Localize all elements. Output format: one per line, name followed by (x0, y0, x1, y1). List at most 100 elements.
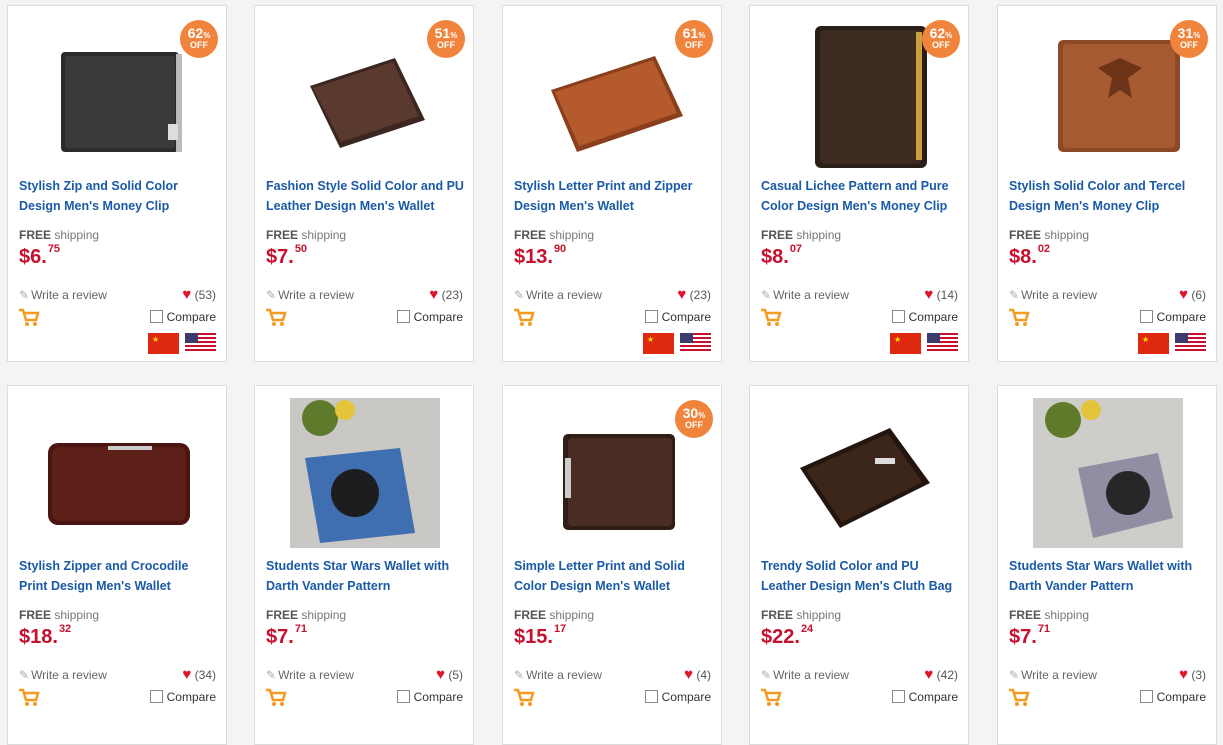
product-title-link[interactable]: Stylish Zip and Solid Color Design Men's… (19, 176, 219, 216)
product-title-link[interactable]: Stylish Letter Print and Zipper Design M… (514, 176, 714, 216)
write-review-link[interactable]: ✎ Write a review (266, 668, 354, 682)
ship-from-flags: ★ (146, 333, 216, 354)
write-review-link[interactable]: ✎ Write a review (19, 288, 107, 302)
heart-icon: ♥ (182, 286, 192, 303)
compare-checkbox[interactable]: Compare (149, 310, 216, 324)
product-card[interactable]: Stylish Zipper and Crocodile Print Desig… (7, 385, 227, 745)
product-title-link[interactable]: Students Star Wars Wallet with Darth Van… (266, 556, 466, 596)
product-title-link[interactable]: Students Star Wars Wallet with Darth Van… (1009, 556, 1209, 596)
add-to-cart-icon[interactable] (760, 688, 782, 713)
pencil-icon: ✎ (514, 288, 525, 302)
product-image[interactable] (750, 398, 970, 553)
write-review-link[interactable]: ✎ Write a review (19, 668, 107, 682)
favorite-count[interactable]: ♥ (4) (684, 666, 711, 683)
add-to-cart-icon[interactable] (18, 308, 40, 333)
favorite-count[interactable]: ♥ (34) (182, 666, 216, 683)
pencil-icon: ✎ (761, 668, 772, 682)
product-title-link[interactable]: Stylish Solid Color and Tercel Design Me… (1009, 176, 1209, 216)
product-title-link[interactable]: Simple Letter Print and Solid Color Desi… (514, 556, 714, 596)
product-title-link[interactable]: Trendy Solid Color and PU Leather Design… (761, 556, 961, 596)
favorite-count[interactable]: ♥ (14) (924, 286, 958, 303)
shipping-info: FREE shipping (266, 608, 347, 622)
add-to-cart-icon[interactable] (513, 308, 535, 333)
compare-checkbox[interactable]: Compare (396, 310, 463, 324)
pencil-icon: ✎ (1009, 288, 1020, 302)
shipping-info: FREE shipping (514, 608, 595, 622)
add-to-cart-icon[interactable] (760, 308, 782, 333)
usa-flag (927, 333, 958, 354)
china-flag: ★ (147, 333, 179, 354)
product-price: $8.07 (761, 243, 803, 268)
compare-checkbox[interactable]: Compare (644, 310, 711, 324)
product-card[interactable]: 62% OFF Casual Lichee Pattern and Pure Co… (749, 5, 969, 362)
product-title-link[interactable]: Casual Lichee Pattern and Pure Color Des… (761, 176, 961, 216)
product-price: $15.17 (514, 623, 567, 648)
product-price: $18.32 (19, 623, 72, 648)
write-review-link[interactable]: ✎ Write a review (761, 668, 849, 682)
write-review-link[interactable]: ✎ Write a review (761, 288, 849, 302)
product-card[interactable]: 62% OFF Stylish Zip and Solid Color Desig… (7, 5, 227, 362)
heart-icon: ♥ (436, 666, 445, 683)
product-card[interactable]: Students Star Wars Wallet with Darth Van… (997, 385, 1217, 745)
add-to-cart-icon[interactable] (1008, 688, 1030, 713)
add-to-cart-icon[interactable] (265, 688, 287, 713)
product-image[interactable] (255, 398, 475, 553)
product-title-link[interactable]: Fashion Style Solid Color and PU Leather… (266, 176, 466, 216)
pencil-icon: ✎ (266, 288, 277, 302)
china-flag: ★ (889, 333, 921, 354)
product-card[interactable]: 31% OFF Stylish Solid Color and Tercel De… (997, 5, 1217, 362)
favorite-count[interactable]: ♥ (3) (1179, 666, 1206, 683)
product-card[interactable]: 51% OFF Fashion Style Solid Color and PU … (254, 5, 474, 362)
shipping-info: FREE shipping (761, 608, 842, 622)
compare-checkbox[interactable]: Compare (149, 690, 216, 704)
usa-flag (1175, 333, 1206, 354)
product-image[interactable] (998, 398, 1218, 553)
product-price: $6.75 (19, 243, 61, 268)
heart-icon: ♥ (924, 286, 934, 303)
product-card[interactable]: 61% OFF Stylish Letter Print and Zipper D… (502, 5, 722, 362)
svg-text:★: ★ (894, 335, 901, 344)
compare-checkbox[interactable]: Compare (891, 690, 958, 704)
product-price: $7.71 (1009, 623, 1051, 648)
write-review-link[interactable]: ✎ Write a review (266, 288, 354, 302)
product-title-link[interactable]: Stylish Zipper and Crocodile Print Desig… (19, 556, 219, 596)
discount-badge: 51% OFF (427, 20, 465, 58)
pencil-icon: ✎ (19, 668, 30, 682)
compare-checkbox[interactable]: Compare (644, 690, 711, 704)
add-to-cart-icon[interactable] (1008, 308, 1030, 333)
svg-text:★: ★ (152, 335, 159, 344)
compare-checkbox[interactable]: Compare (1139, 690, 1206, 704)
favorite-count[interactable]: ♥ (6) (1179, 286, 1206, 303)
add-to-cart-icon[interactable] (18, 688, 40, 713)
product-image[interactable] (8, 398, 228, 553)
favorite-count[interactable]: ♥ (23) (429, 286, 463, 303)
shipping-info: FREE shipping (19, 608, 100, 622)
compare-checkbox[interactable]: Compare (396, 690, 463, 704)
product-price: $7.50 (266, 243, 308, 268)
add-to-cart-icon[interactable] (265, 308, 287, 333)
product-card[interactable]: Trendy Solid Color and PU Leather Design… (749, 385, 969, 745)
heart-icon: ♥ (924, 666, 934, 683)
china-flag: ★ (642, 333, 674, 354)
shipping-info: FREE shipping (266, 228, 347, 242)
shipping-info: FREE shipping (761, 228, 842, 242)
product-card[interactable]: 30% OFF Simple Letter Print and Solid Col… (502, 385, 722, 745)
heart-icon: ♥ (429, 286, 439, 303)
favorite-count[interactable]: ♥ (23) (677, 286, 711, 303)
write-review-link[interactable]: ✎ Write a review (1009, 668, 1097, 682)
favorite-count[interactable]: ♥ (42) (924, 666, 958, 683)
favorite-count[interactable]: ♥ (5) (436, 666, 463, 683)
product-grid: 62% OFF Stylish Zip and Solid Color Desig… (0, 0, 1223, 745)
ship-from-flags: ★ (888, 333, 958, 354)
write-review-link[interactable]: ✎ Write a review (1009, 288, 1097, 302)
product-card[interactable]: Students Star Wars Wallet with Darth Van… (254, 385, 474, 745)
compare-checkbox[interactable]: Compare (891, 310, 958, 324)
heart-icon: ♥ (677, 286, 687, 303)
write-review-link[interactable]: ✎ Write a review (514, 288, 602, 302)
svg-text:★: ★ (647, 335, 654, 344)
write-review-link[interactable]: ✎ Write a review (514, 668, 602, 682)
add-to-cart-icon[interactable] (513, 688, 535, 713)
favorite-count[interactable]: ♥ (53) (182, 286, 216, 303)
shipping-info: FREE shipping (1009, 228, 1090, 242)
compare-checkbox[interactable]: Compare (1139, 310, 1206, 324)
